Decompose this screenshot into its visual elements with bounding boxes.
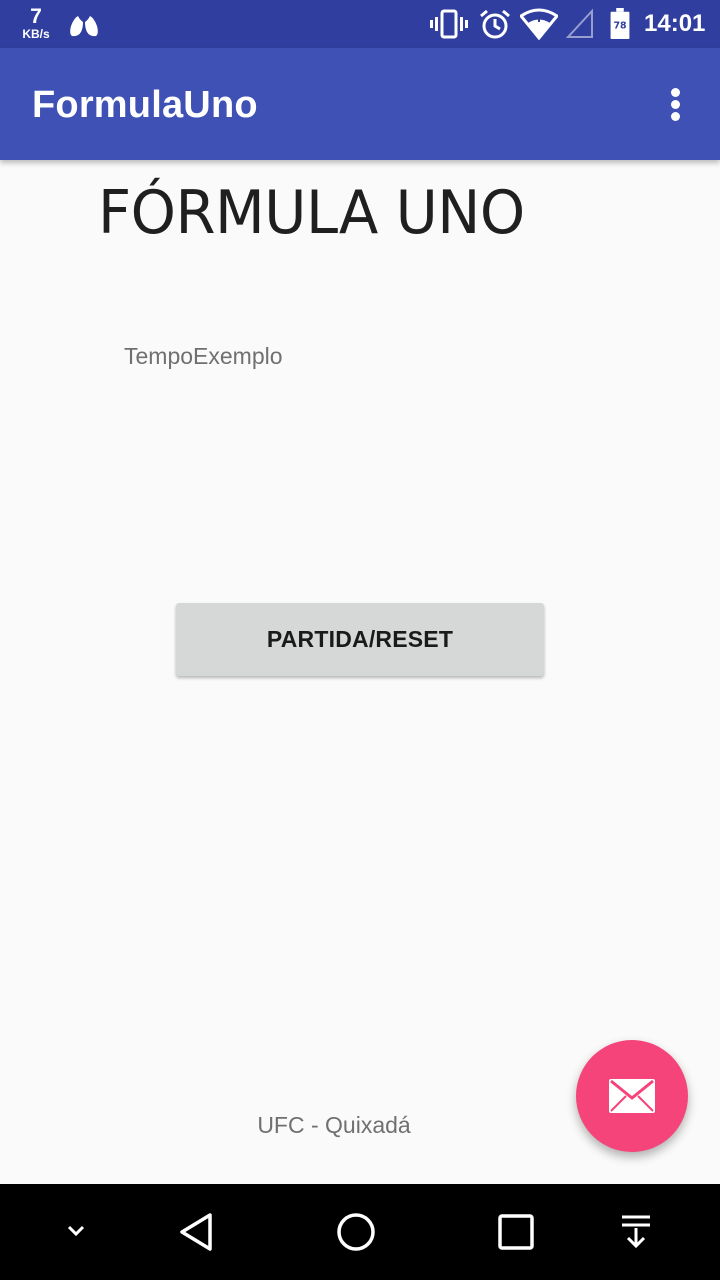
status-bar: 7 KB/s 78 14:01 (0, 0, 720, 48)
app-bar: FormulaUno (0, 48, 720, 160)
home-icon[interactable] (336, 1212, 376, 1252)
battery-level: 78 (613, 21, 626, 32)
vibrate-icon (430, 9, 468, 39)
email-fab-button[interactable] (576, 1040, 688, 1152)
network-speed: 7 KB/s (18, 6, 54, 40)
status-time: 14:01 (644, 10, 706, 37)
wifi-icon (520, 8, 558, 40)
network-speed-unit: KB/s (22, 27, 50, 41)
chevron-down-icon[interactable] (66, 1224, 86, 1238)
app-title: FormulaUno (32, 84, 258, 126)
network-speed-value: 7 (30, 5, 42, 28)
overflow-menu-button[interactable] (656, 80, 696, 128)
recents-icon[interactable] (498, 1214, 534, 1250)
time-label: TempoExemplo (124, 343, 283, 369)
back-icon[interactable] (178, 1212, 214, 1252)
start-reset-button[interactable]: PARTIDA/RESET (176, 603, 544, 676)
battery-icon: 78 (610, 8, 630, 40)
notification-pull-icon[interactable] (620, 1214, 652, 1250)
footer-text: UFC - Quixadá (257, 1112, 411, 1138)
email-icon (609, 1079, 655, 1113)
navigation-bar (0, 1184, 720, 1280)
alarm-icon (480, 9, 510, 39)
page-heading: FÓRMULA UNO (98, 178, 525, 248)
signal-icon (566, 8, 593, 38)
more-vert-icon (671, 88, 680, 97)
lungs-icon (70, 12, 98, 37)
